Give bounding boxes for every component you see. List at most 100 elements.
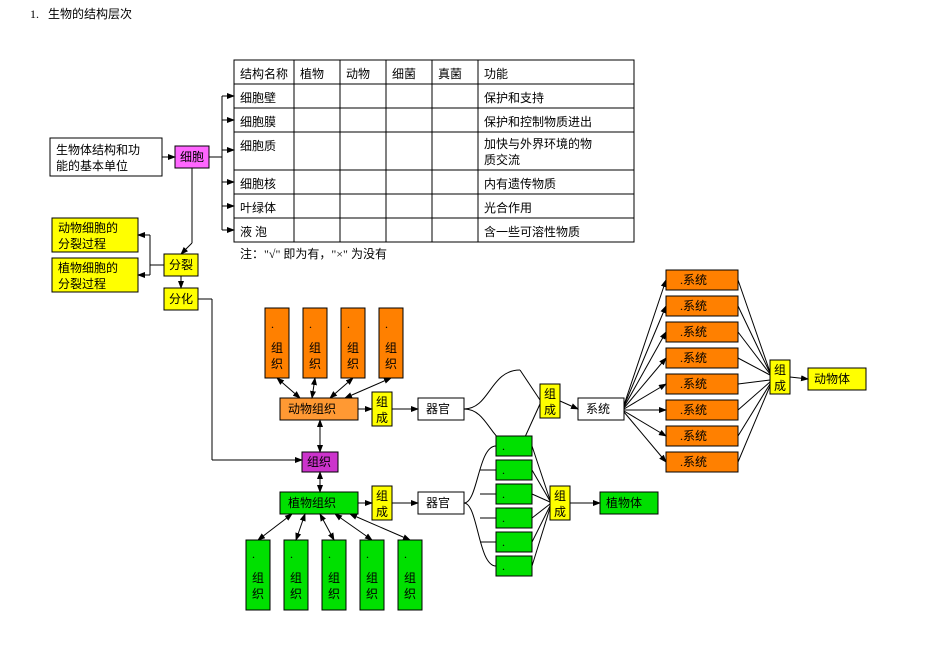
connector	[624, 412, 666, 462]
connector	[296, 514, 305, 540]
th: 细菌	[392, 67, 416, 81]
compose-t2: 成	[554, 505, 566, 519]
td-func: 质交流	[484, 152, 520, 167]
connector	[330, 378, 353, 398]
connector	[738, 280, 770, 372]
tissue-item: 织	[271, 357, 283, 371]
td-name: 细胞质	[240, 139, 276, 153]
th: 植物	[300, 66, 324, 81]
compose-t1: 组	[376, 395, 388, 409]
organ-plant-label: 器官	[426, 495, 450, 510]
dot: .	[252, 547, 255, 561]
dot: .	[290, 547, 293, 561]
tissue-item: 织	[328, 587, 340, 601]
system-label: 系统	[586, 402, 610, 416]
cell-label: 细胞	[180, 150, 204, 164]
tissue-item: 织	[290, 587, 302, 601]
system-item: .系统	[680, 455, 707, 469]
tissue-item: 织	[404, 587, 416, 601]
dot: .	[502, 487, 505, 501]
connector	[277, 378, 300, 398]
td-func: 保护和支持	[484, 90, 544, 105]
animal-tissue-label: 动物组织	[288, 402, 336, 416]
compose-t2: 成	[376, 505, 388, 519]
tissue-item: 组	[366, 571, 378, 585]
connector	[738, 382, 770, 410]
connector	[624, 306, 666, 406]
tissue-item: 组	[385, 341, 397, 355]
connector	[181, 243, 192, 254]
tissue-item: 织	[309, 357, 321, 371]
dot: .	[385, 317, 388, 331]
organ-animal-label: 器官	[426, 401, 450, 416]
td-name: 细胞膜	[240, 115, 276, 129]
plant-body-label: 植物体	[606, 495, 642, 510]
compose-t2: 成	[774, 379, 786, 393]
td-name: 叶绿体	[240, 200, 276, 215]
dot: .	[502, 439, 505, 453]
td-name: 液 泡	[240, 224, 267, 239]
tissue-item: 组	[290, 571, 302, 585]
dot: .	[404, 547, 407, 561]
tissue-item: 组	[328, 571, 340, 585]
split-label: 分裂	[169, 258, 193, 272]
th: 结构名称	[240, 66, 288, 81]
system-item: .系统	[680, 299, 707, 313]
connector	[532, 446, 550, 500]
animal-split-t2: 分裂过程	[58, 236, 106, 251]
title-number: 1.	[30, 7, 39, 21]
connector	[335, 514, 372, 540]
plant-organ-items: . . . . . .	[496, 436, 532, 576]
animal-split-t1: 动物细胞的	[58, 220, 118, 235]
tissue-item: 织	[252, 587, 264, 601]
td-func: 内有遗传物质	[484, 176, 556, 191]
connector	[738, 332, 770, 374]
dot: .	[502, 511, 505, 525]
diff-label: 分化	[169, 292, 193, 306]
basic-unit-text-1: 生物体结构和功	[56, 142, 140, 157]
td-func: 光合作用	[484, 200, 532, 215]
tissue-item: 织	[366, 587, 378, 601]
connector	[738, 380, 770, 384]
compose-t2: 成	[376, 411, 388, 425]
tissue-item: 织	[347, 357, 359, 371]
basic-unit-text-2: 能的基本单位	[56, 158, 128, 173]
td-name: 细胞壁	[240, 90, 276, 105]
dot: .	[328, 547, 331, 561]
connector	[320, 514, 334, 540]
compose-t1: 组	[544, 387, 556, 401]
table-note: 注："√" 即为有，"×" 为没有	[240, 246, 387, 261]
system-item: .系统	[680, 325, 707, 339]
connector	[624, 411, 666, 436]
compose-t2: 成	[544, 403, 556, 417]
tissue-item: 组	[252, 571, 264, 585]
dot: .	[271, 317, 274, 331]
connector	[258, 514, 292, 540]
dot: .	[502, 535, 505, 549]
compose-t1: 组	[774, 363, 786, 377]
system-item: .系统	[680, 273, 707, 287]
dot: .	[347, 317, 350, 331]
dot: .	[502, 559, 505, 573]
animal-body-label: 动物体	[814, 372, 850, 386]
plant-tissue-label: 植物组织	[288, 495, 336, 510]
system-item: .系统	[680, 429, 707, 443]
tissue-item: 组	[271, 341, 283, 355]
connector	[738, 386, 770, 462]
connector	[560, 401, 578, 409]
plant-tissue-items: . . . . . 组织 组织 组织 组织 组织	[246, 540, 422, 610]
tissue-item: 组	[404, 571, 416, 585]
animal-tissue-items: . . . . 组 织 组 织 组 织 组 织	[265, 308, 403, 378]
plant-split-t2: 分裂过程	[58, 276, 106, 291]
connector	[520, 370, 540, 400]
tissue-item: 织	[385, 357, 397, 371]
page-title: 生物的结构层次	[48, 6, 132, 21]
connector	[738, 306, 770, 373]
connector	[738, 384, 770, 436]
tissue-item: 组	[347, 341, 359, 355]
dot: .	[502, 463, 505, 477]
dot: .	[366, 547, 369, 561]
dot: .	[309, 317, 312, 331]
connector	[790, 377, 808, 379]
system-item: .系统	[680, 351, 707, 365]
